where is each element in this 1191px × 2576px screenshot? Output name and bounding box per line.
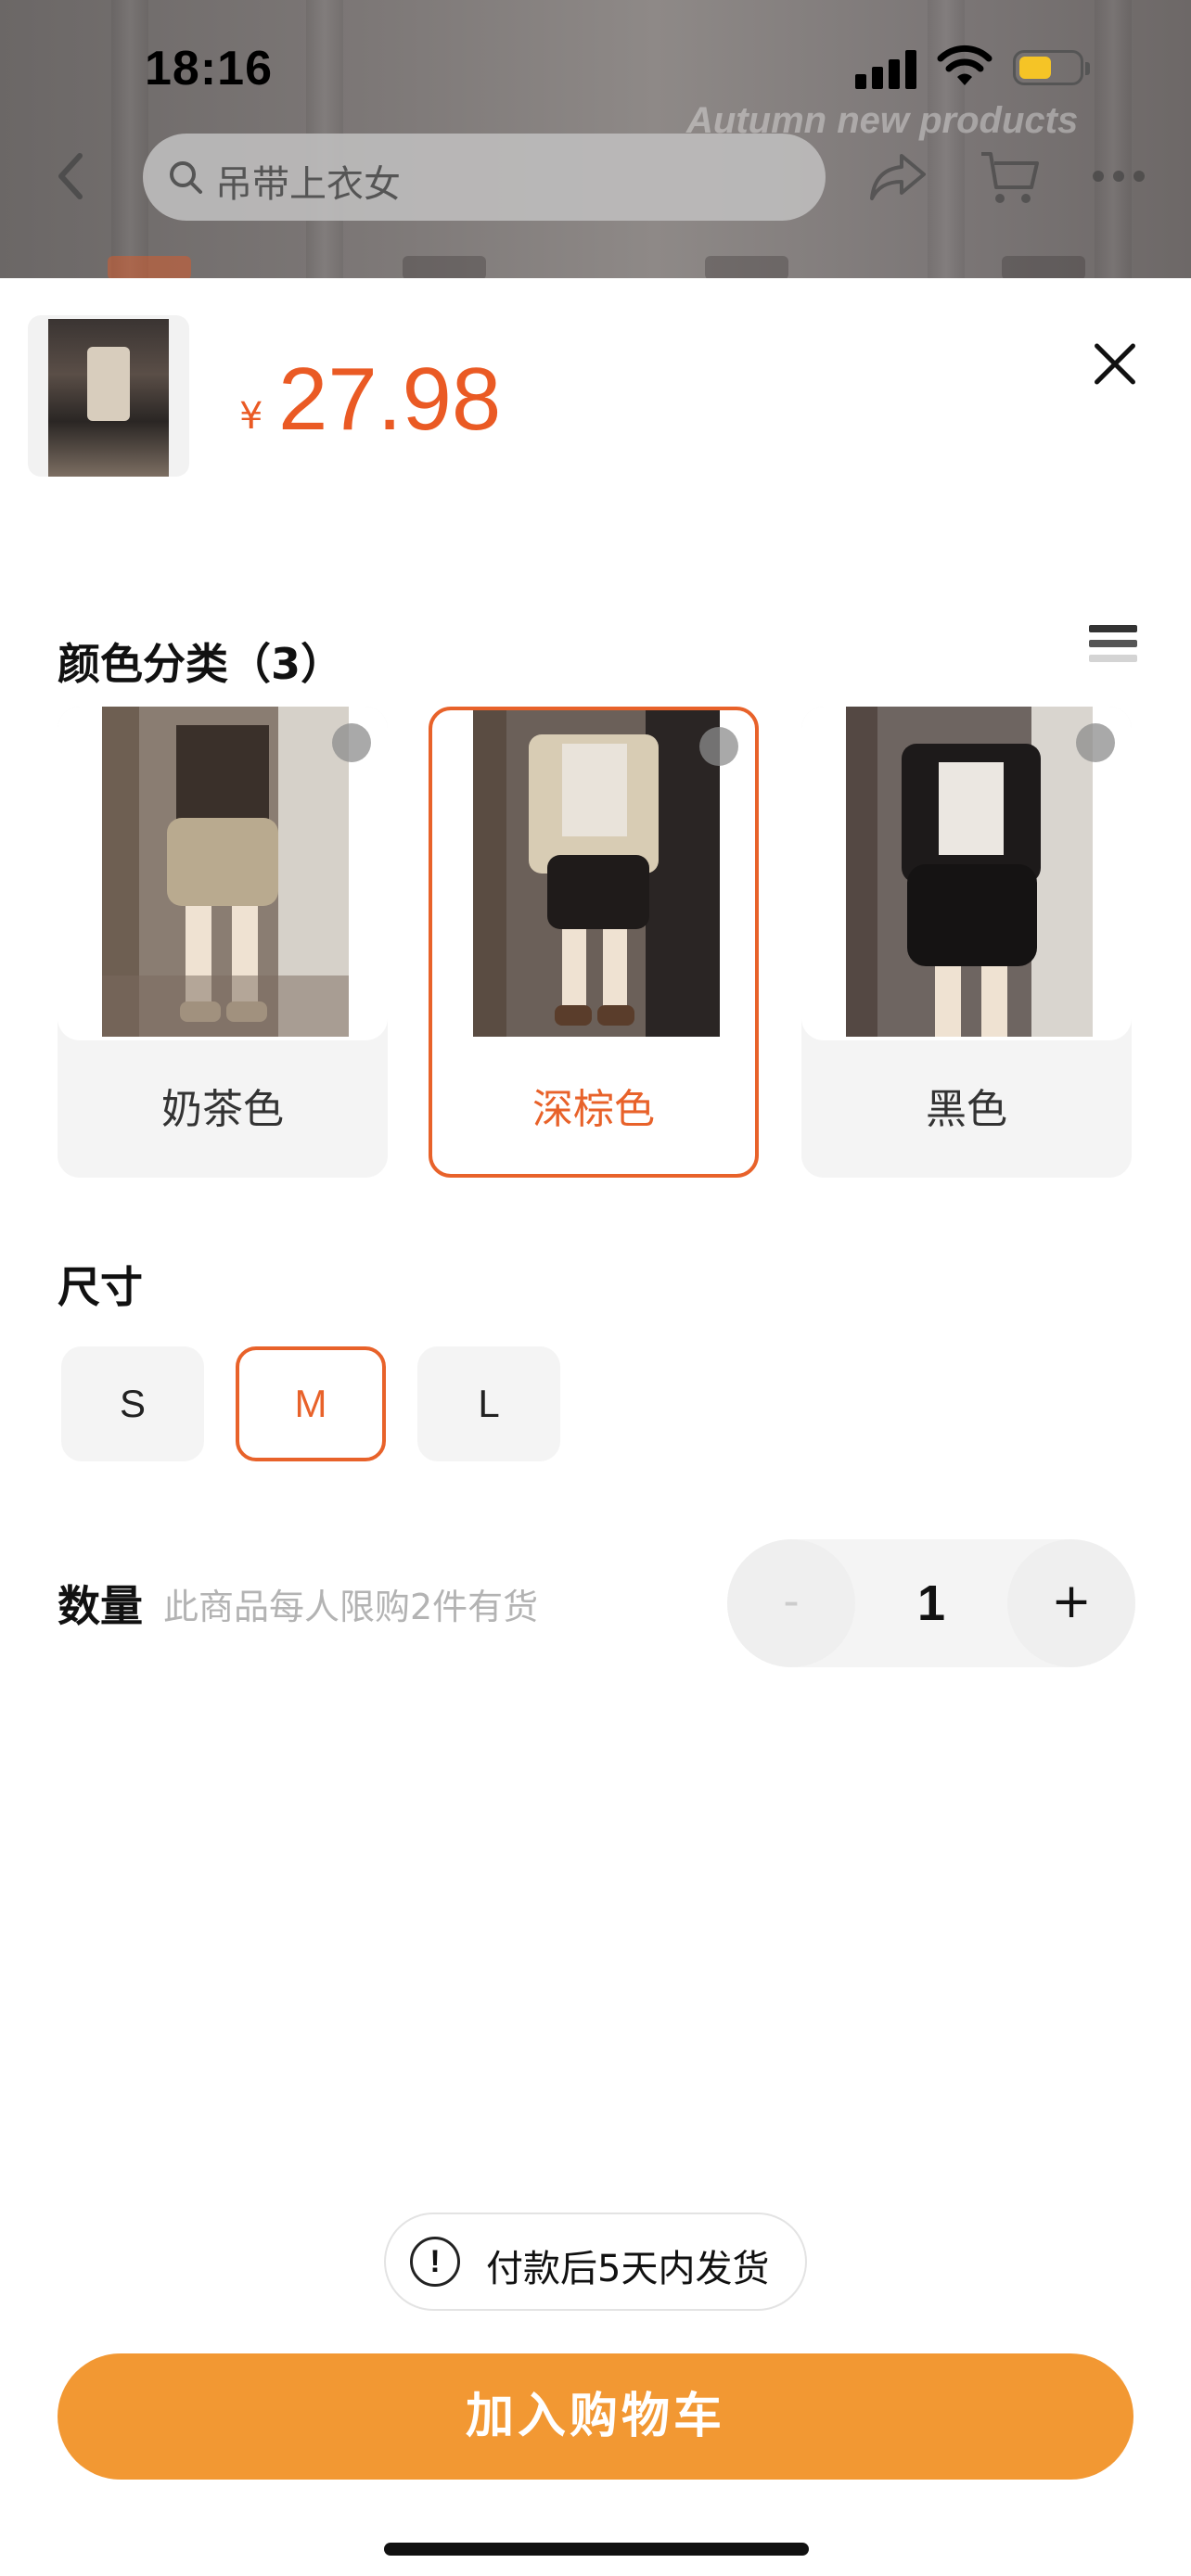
quantity-limit-note: 此商品每人限购2件有货: [163, 1587, 539, 1627]
color-option-photo: [102, 707, 349, 1037]
color-option-image: [432, 710, 755, 1044]
price-value: 27.98: [278, 350, 502, 449]
status-time: 18:16: [145, 42, 273, 96]
close-icon[interactable]: [1091, 339, 1139, 388]
shipping-note-text: 付款后5天内发货: [486, 2248, 770, 2290]
sku-selection-sheet: ¥ 27.98 颜色分类（3） 奶茶色 深棕色 黑色 尺寸 S M L 数量 此…: [0, 278, 1191, 2576]
more-icon[interactable]: [1093, 171, 1148, 184]
color-option-label: 黑色: [926, 1086, 1007, 1133]
back-arrow-icon[interactable]: [52, 148, 89, 204]
curtain-stripe: [111, 0, 148, 278]
product-thumbnail[interactable]: [28, 315, 189, 477]
curtain-stripe: [1095, 0, 1132, 278]
color-option-image: [801, 707, 1132, 1040]
add-to-cart-button[interactable]: 加入购物车: [58, 2353, 1133, 2480]
color-option-black[interactable]: 黑色: [801, 707, 1132, 1178]
cart-icon[interactable]: [980, 148, 1039, 206]
size-option-l[interactable]: L: [417, 1346, 560, 1461]
background-page: 18:16 吊带上衣女 Autumn new products: [0, 0, 1191, 278]
color-option-label: 深棕色: [532, 1086, 655, 1133]
search-placeholder: 吊带上衣女: [215, 163, 401, 206]
expand-icon[interactable]: [332, 723, 371, 762]
battery-icon: [1013, 50, 1090, 85]
price-currency: ¥: [239, 395, 263, 438]
color-option-dark-brown[interactable]: 深棕色: [429, 707, 759, 1178]
color-option-photo: [846, 707, 1093, 1037]
share-icon[interactable]: [868, 150, 928, 202]
quantity-stepper: - 1 +: [727, 1539, 1135, 1667]
size-option-s[interactable]: S: [61, 1346, 204, 1461]
color-section-title: 颜色分类（3）: [58, 639, 344, 689]
color-option-milk-tea[interactable]: 奶茶色: [58, 707, 388, 1178]
increase-quantity-button[interactable]: +: [1007, 1539, 1135, 1667]
search-input[interactable]: 吊带上衣女: [143, 134, 826, 221]
size-option-m[interactable]: M: [236, 1346, 386, 1461]
wifi-icon: [937, 45, 992, 85]
info-icon: !: [410, 2237, 460, 2287]
search-icon: [170, 161, 202, 194]
home-indicator: [384, 2543, 809, 2556]
background-watermark-text: Autumn new products: [686, 100, 1079, 141]
quantity-value[interactable]: 1: [855, 1539, 1007, 1667]
color-option-photo: [473, 710, 720, 1037]
list-view-icon[interactable]: [1089, 625, 1137, 673]
decrease-quantity-button[interactable]: -: [727, 1539, 855, 1667]
shipping-note: ! 付款后5天内发货: [384, 2213, 807, 2311]
expand-icon[interactable]: [699, 727, 738, 766]
quantity-label: 数量: [58, 1581, 143, 1631]
size-section-title: 尺寸: [58, 1262, 143, 1312]
color-option-image: [58, 707, 388, 1040]
cellular-signal-icon: [855, 48, 922, 89]
color-option-label: 奶茶色: [161, 1086, 284, 1133]
product-thumbnail-image: [48, 319, 169, 477]
background-tabs: [0, 256, 1191, 278]
expand-icon[interactable]: [1076, 723, 1115, 762]
